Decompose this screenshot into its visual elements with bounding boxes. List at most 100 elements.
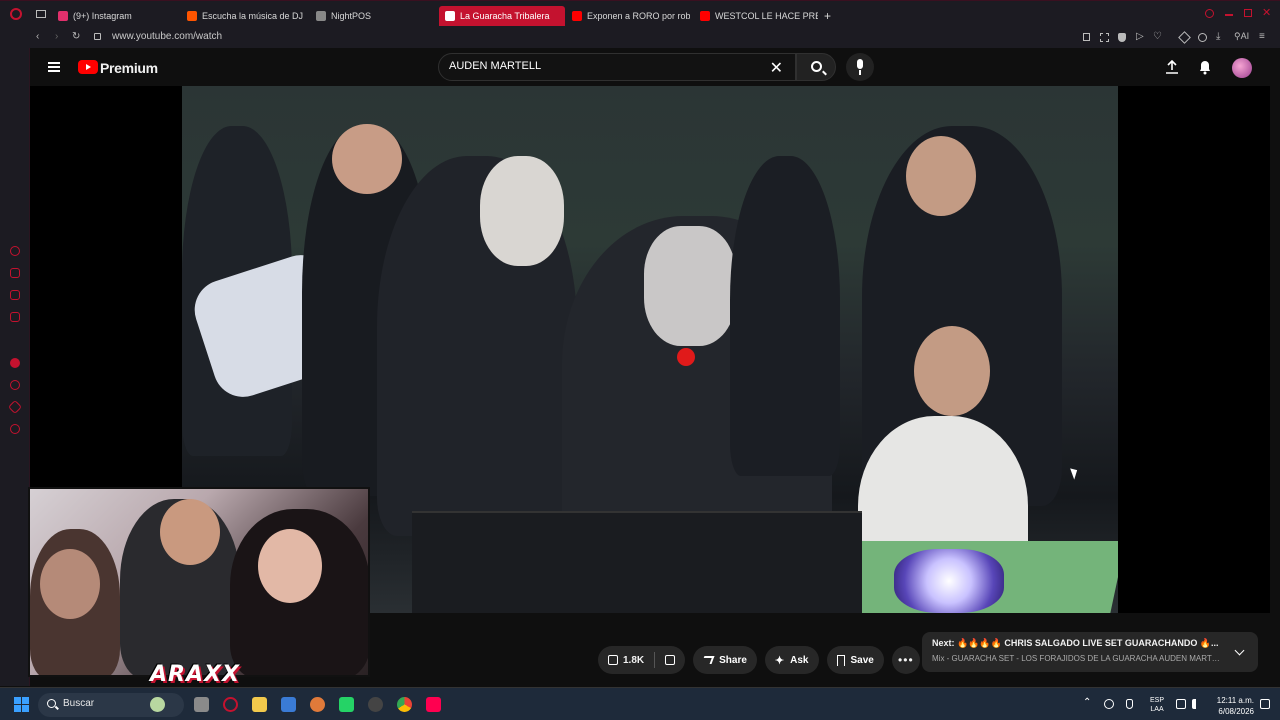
taskbar-search-label: Buscar	[63, 698, 95, 709]
browser-sidebar	[0, 48, 30, 686]
chrome-icon[interactable]	[397, 697, 412, 712]
kid-face	[914, 326, 990, 416]
widget-icon[interactable]	[150, 697, 165, 712]
youtube-icon	[572, 11, 582, 21]
account-avatar[interactable]	[1232, 58, 1252, 78]
sidebar-refresh-icon[interactable]	[10, 246, 20, 256]
download-icon[interactable]: ⤓	[1216, 31, 1220, 42]
search-icon	[47, 699, 56, 708]
screenshot-icon[interactable]	[1100, 33, 1109, 42]
tab-roro[interactable]: Exponen a RORO por roba	[572, 6, 690, 26]
task-view-icon[interactable]	[194, 697, 209, 712]
sidebar-twitch-icon[interactable]	[10, 290, 20, 300]
sidebar-history-icon[interactable]	[10, 380, 20, 390]
opera-taskbar-icon[interactable]	[223, 697, 238, 712]
tray-overflow-icon[interactable]: ⌃	[1083, 697, 1091, 708]
tab-menu-icon[interactable]	[36, 10, 46, 18]
thumbs-down-icon	[665, 655, 676, 665]
language-code: ESP	[1150, 697, 1165, 704]
webcam-face	[160, 499, 220, 565]
soundcloud-icon	[187, 11, 197, 21]
chevron-down-icon[interactable]	[1234, 645, 1245, 656]
search-button[interactable]	[796, 53, 836, 81]
ghost-mask	[480, 156, 564, 266]
volume-icon[interactable]	[1192, 699, 1198, 709]
sidebar-mail-icon[interactable]	[10, 312, 20, 322]
share-label: Share	[719, 654, 747, 666]
tray-app-icon[interactable]	[1104, 699, 1114, 709]
menu-icon[interactable]: ≡	[1259, 31, 1265, 42]
obs-icon[interactable]	[368, 697, 383, 712]
tab-active-guaracha[interactable]: La Guaracha Tribalera	[439, 6, 565, 26]
close-window-icon[interactable]: ✕	[1262, 6, 1271, 19]
microphone-icon[interactable]	[1126, 699, 1133, 709]
sidebar-settings-icon[interactable]	[10, 424, 20, 434]
file-explorer-icon[interactable]	[252, 697, 267, 712]
notifications-icon[interactable]	[1260, 699, 1270, 709]
network-icon[interactable]	[1176, 699, 1186, 709]
tab-instagram[interactable]: (9+) Instagram	[58, 6, 176, 26]
keyboard-language[interactable]: ESP LAA	[1150, 696, 1164, 714]
sidebar-extensions-icon[interactable]	[7, 399, 23, 415]
voice-search-button[interactable]	[846, 53, 874, 81]
search-icon	[811, 61, 822, 72]
youtube-header: Premium ✕	[30, 48, 1280, 86]
speaker-icon	[445, 11, 455, 21]
youtube-premium-label[interactable]: Premium	[100, 60, 158, 76]
youtube-logo-icon[interactable]	[78, 60, 98, 74]
save-button[interactable]: Save	[826, 646, 884, 674]
guide-menu-icon[interactable]	[48, 62, 60, 72]
tab-westcol[interactable]: WESTCOL LE HACE PREGU	[700, 6, 818, 26]
sidebar-bag-icon[interactable]	[10, 268, 20, 278]
app-icon[interactable]	[310, 697, 325, 712]
sidebar-music-icon[interactable]	[10, 358, 20, 368]
back-icon[interactable]: ‹	[36, 31, 39, 42]
play-icon[interactable]: ▷	[1136, 31, 1144, 42]
tab-nightpos[interactable]: NightPOS	[316, 6, 426, 26]
thumbs-up-icon	[608, 655, 618, 665]
ask-button[interactable]: ✦ Ask	[764, 646, 819, 674]
more-actions-button[interactable]: •••	[891, 646, 920, 674]
forward-icon[interactable]: ›	[55, 31, 58, 42]
maximize-icon[interactable]	[1244, 9, 1252, 17]
crowd-face	[906, 136, 976, 216]
instagram-icon	[58, 11, 68, 21]
store-icon[interactable]	[281, 697, 296, 712]
tab-label: Escucha la música de DJ A	[202, 11, 305, 21]
save-label: Save	[850, 654, 874, 666]
like-count: 1.8K	[623, 654, 645, 666]
heart-icon[interactable]: ♡	[1153, 31, 1162, 42]
dislike-button[interactable]	[655, 646, 685, 674]
sparkle-icon: ✦	[774, 654, 785, 667]
stage-light	[894, 549, 1004, 613]
page-icon	[316, 11, 326, 21]
webcam-face	[258, 529, 322, 603]
shield-icon[interactable]	[1118, 33, 1126, 42]
bookmark-icon[interactable]	[1083, 33, 1090, 41]
tab-label: Exponen a RORO por roba	[587, 11, 690, 21]
url-field[interactable]: www.youtube.com/watch	[112, 31, 222, 42]
tab-label: La Guaracha Tribalera	[460, 11, 550, 21]
notifications-bell-icon[interactable]	[1198, 59, 1212, 75]
tiktok-icon[interactable]	[426, 697, 441, 712]
windows-start-icon[interactable]	[14, 697, 29, 712]
whatsapp-icon[interactable]	[339, 697, 354, 712]
profile-icon[interactable]	[1198, 33, 1207, 42]
search-input[interactable]	[449, 60, 749, 72]
clock[interactable]: 12:11 a.m. 6/08/2026	[1210, 695, 1254, 717]
reload-icon[interactable]: ↻	[72, 31, 80, 42]
tab-music[interactable]: Escucha la música de DJ A	[187, 6, 305, 26]
clear-search-icon[interactable]: ✕	[770, 58, 783, 78]
next-video-card[interactable]: Next: 🔥🔥🔥🔥 CHRIS SALGADO LIVE SET GUARAC…	[922, 632, 1258, 672]
minimize-icon[interactable]	[1225, 14, 1233, 16]
new-tab-button[interactable]: +	[824, 6, 831, 26]
opera-logo-icon[interactable]	[10, 8, 22, 20]
share-button[interactable]: Share	[693, 646, 757, 674]
like-button[interactable]: 1.8K	[598, 646, 654, 674]
dj-controller	[412, 511, 862, 613]
search-tabs-icon[interactable]	[1205, 9, 1214, 18]
upload-icon[interactable]	[1165, 60, 1179, 74]
address-bar: ‹ › ↻ www.youtube.com/watch ▷ ♡ ⤓ ⚲AI ≡	[0, 28, 1280, 48]
ai-icon[interactable]: ⚲AI	[1234, 31, 1249, 42]
extensions-icon[interactable]	[1178, 31, 1191, 44]
